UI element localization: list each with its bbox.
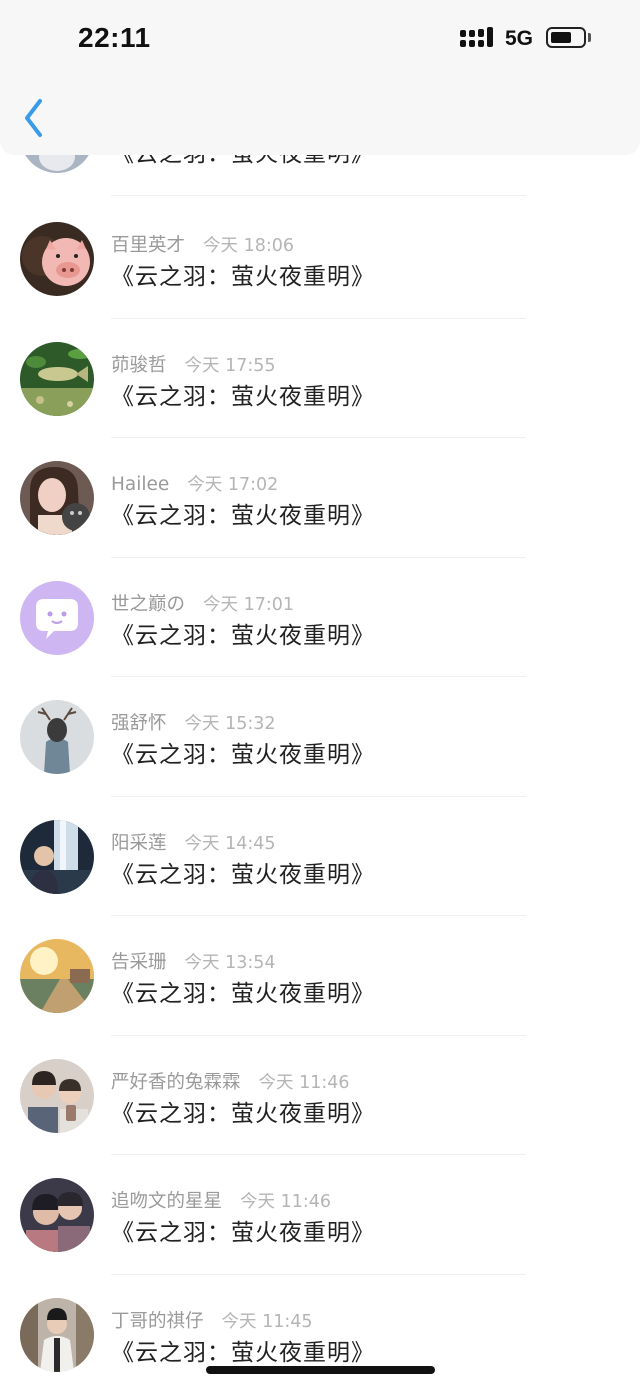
- antler-girl-avatar[interactable]: [20, 700, 94, 774]
- two-boys-avatar[interactable]: [20, 1178, 94, 1252]
- timestamp: 今天 14:45: [184, 833, 276, 854]
- pig-avatar[interactable]: [20, 222, 94, 296]
- comment-text: 《云之羽：萤火夜重明》: [111, 1220, 375, 1246]
- timestamp: 今天 17:02: [187, 475, 279, 495]
- timestamp: 今天 17:01: [203, 594, 295, 615]
- waterfall-avatar[interactable]: [20, 819, 94, 894]
- divider: [111, 194, 526, 196]
- list-item[interactable]: 阳采莲 今天 14:45 《云之羽：萤火夜重明》: [0, 797, 640, 916]
- timestamp: 今天 11:46: [258, 1072, 350, 1093]
- username[interactable]: 告采珊: [111, 952, 167, 973]
- comment-text: 《云之羽：萤火夜重明》: [111, 155, 375, 169]
- username[interactable]: 阳采莲: [111, 833, 167, 854]
- status-time: 22:11: [78, 22, 151, 53]
- battery-icon: [546, 27, 586, 48]
- comment-text: 《云之羽：萤火夜重明》: [111, 1100, 375, 1127]
- nav-bar: [0, 76, 640, 155]
- username[interactable]: 强舒怀: [111, 713, 167, 734]
- network-type: 5G: [505, 27, 534, 50]
- username[interactable]: 世之巅の: [111, 594, 185, 615]
- timestamp: 今天 13:54: [184, 953, 276, 973]
- comment-text: 《云之羽：萤火夜重明》: [111, 383, 375, 410]
- timestamp: 今天 15:32: [184, 714, 276, 734]
- username[interactable]: Hailee: [111, 474, 169, 495]
- avatar: [20, 155, 94, 173]
- comment-text: 《云之羽：萤火夜重明》: [111, 742, 375, 768]
- comment-text: 《云之羽：萤火夜重明》: [111, 1339, 375, 1366]
- timestamp: 今天 17:55: [184, 355, 276, 376]
- sunset-road-avatar[interactable]: [20, 939, 94, 1013]
- list-item[interactable]: 追吻文的星星 今天 11:46 《云之羽：萤火夜重明》: [0, 1155, 640, 1275]
- costume-avatar[interactable]: [20, 1297, 94, 1372]
- list-item[interactable]: 百里英才 今天 18:06 《云之羽：萤火夜重明》: [0, 199, 640, 319]
- status-bar: 22:11 5G: [0, 0, 640, 76]
- chevron-left-icon: [25, 99, 42, 137]
- couple-photo-avatar[interactable]: [20, 1058, 94, 1133]
- list-item[interactable]: 告采珊 今天 13:54 《云之羽：萤火夜重明》: [0, 916, 640, 1036]
- list-item[interactable]: 世之巅の 今天 17:01 《云之羽：萤火夜重明》: [0, 558, 640, 677]
- username[interactable]: 追吻文的星星: [111, 1191, 222, 1212]
- comment-list[interactable]: 《云之羽：萤火夜重明》 百里英才今天 18:06 《云之羽：萤火夜重明》: [0, 155, 640, 1387]
- comment-text: 《云之羽：萤火夜重明》: [111, 861, 375, 888]
- list-item[interactable]: Hailee 今天 17:02 《云之羽：萤火夜重明》: [0, 438, 640, 558]
- chat-bubble-avatar[interactable]: [20, 580, 94, 655]
- username[interactable]: 丁哥的祺仔: [111, 1311, 204, 1332]
- username[interactable]: 百里英才: [111, 235, 185, 256]
- list-item[interactable]: 强舒怀 今天 15:32 《云之羽：萤火夜重明》: [0, 677, 640, 797]
- signal-strength-icon: [460, 27, 496, 51]
- comment-text: 《云之羽：萤火夜重明》: [111, 503, 375, 529]
- list-item[interactable]: 《云之羽：萤火夜重明》: [0, 155, 640, 196]
- username[interactable]: 严好香的兔霖霖: [111, 1072, 241, 1093]
- comment-text: 《云之羽：萤火夜重明》: [111, 981, 375, 1007]
- fish-avatar[interactable]: [20, 341, 94, 416]
- home-indicator[interactable]: [206, 1366, 435, 1374]
- battery-cap: [588, 33, 591, 42]
- username[interactable]: 茆骏哲: [111, 355, 167, 376]
- girl-cat-avatar[interactable]: [20, 461, 94, 535]
- timestamp: 今天 18:06: [203, 236, 295, 256]
- list-item[interactable]: 严好香的兔霖霖 今天 11:46 《云之羽：萤火夜重明》: [0, 1036, 640, 1155]
- list-item[interactable]: 茆骏哲 今天 17:55 《云之羽：萤火夜重明》: [0, 319, 640, 438]
- timestamp: 今天 11:45: [221, 1311, 313, 1332]
- timestamp: 今天 11:46: [240, 1192, 332, 1212]
- comment-text: 《云之羽：萤火夜重明》: [111, 264, 375, 290]
- back-button[interactable]: [18, 96, 54, 140]
- comment-text: 《云之羽：萤火夜重明》: [111, 622, 375, 649]
